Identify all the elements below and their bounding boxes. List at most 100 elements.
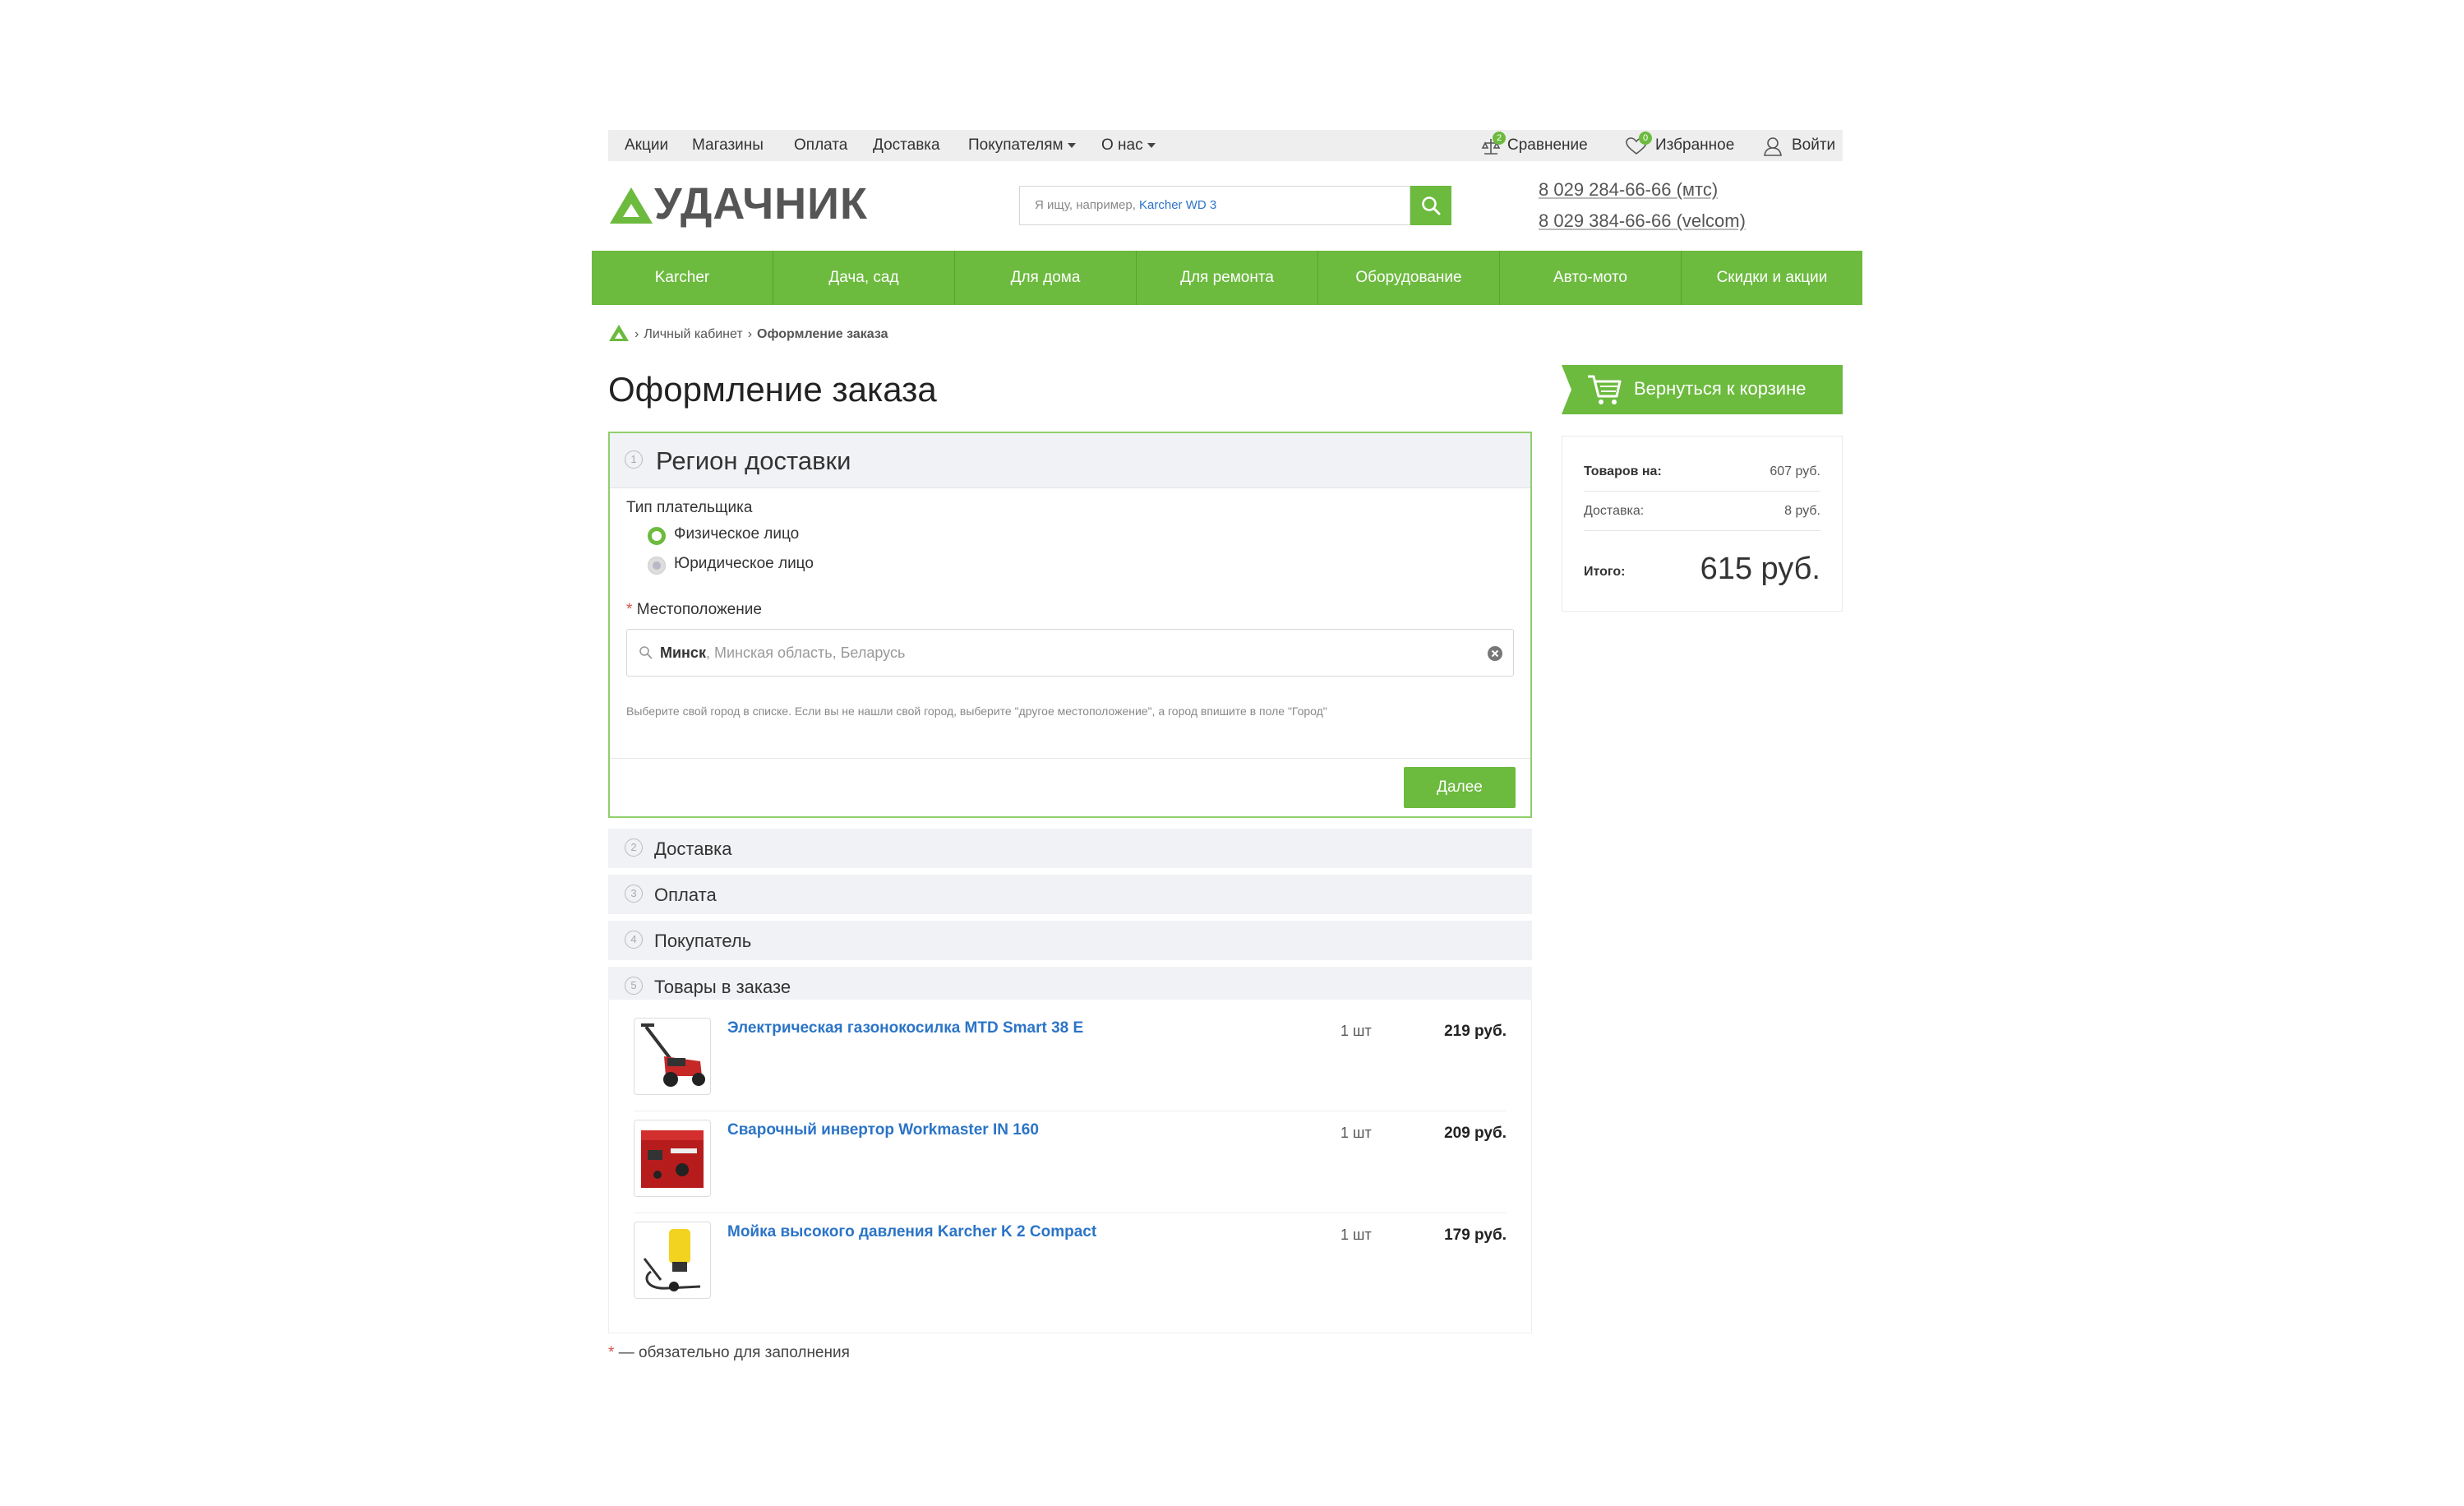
location-rest: , Минская область, Беларусь [705, 644, 906, 661]
topbar-link-delivery[interactable]: Доставка [873, 130, 940, 161]
product-image-pressure-washer[interactable] [634, 1222, 711, 1299]
breadcrumb-home[interactable] [608, 324, 630, 346]
step-number: 1 [625, 450, 643, 469]
product-qty: 1 шт [1340, 1023, 1372, 1039]
order-items-list: Электрическая газонокосилка MTD Smart 38… [608, 1000, 1532, 1333]
breadcrumb-item-account[interactable]: Личный кабинет [644, 327, 742, 342]
topbar-link-promotions[interactable]: Акции [625, 130, 668, 161]
favorites-count-badge: 0 [1639, 132, 1652, 145]
top-bar: Акции Магазины Оплата Доставка Покупател… [608, 130, 1843, 161]
compare-label: Сравнение [1507, 136, 1588, 154]
summary-goods-label: Товаров на: [1584, 464, 1662, 478]
product-link[interactable]: Электрическая газонокосилка MTD Smart 38… [727, 1019, 1083, 1037]
next-button[interactable]: Далее [1404, 767, 1516, 808]
payer-option-individual-label: Физическое лицо [674, 525, 800, 543]
nav-item-equipment[interactable]: Оборудование [1318, 251, 1500, 305]
welder-icon [641, 1130, 704, 1188]
page-title: Оформление заказа [608, 370, 937, 409]
logo-triangle-icon [610, 187, 653, 224]
region-panel-title: Регион доставки [656, 446, 851, 475]
topbar-link-stores[interactable]: Магазины [692, 130, 764, 161]
summary-goods-value: 607 руб. [1770, 464, 1820, 478]
location-label: * Местоположение [626, 601, 762, 619]
phone-mts[interactable]: 8 029 284-66-66 (мтс) [1539, 179, 1718, 201]
compare-count-badge: 2 [1493, 132, 1506, 145]
summary-total-label: Итого: [1584, 565, 1626, 579]
summary-delivery-label: Доставка: [1584, 504, 1645, 518]
clear-icon[interactable] [1487, 645, 1503, 662]
nav-item-home[interactable]: Для дома [955, 251, 1137, 305]
favorites-label: Избранное [1655, 136, 1735, 154]
phone-velcom[interactable]: 8 029 384-66-66 (velcom) [1539, 210, 1746, 232]
product-link[interactable]: Мойка высокого давления Karcher K 2 Comp… [727, 1223, 1096, 1241]
product-qty: 1 шт [1340, 1125, 1372, 1141]
nav-item-discounts[interactable]: Скидки и акции [1682, 251, 1862, 305]
search-icon [639, 646, 653, 659]
search-placeholder-example[interactable]: Karcher WD 3 [1139, 198, 1216, 212]
nav-item-karcher[interactable]: Karcher [592, 251, 773, 305]
search-placeholder-prefix: Я ищу, например, [1035, 198, 1136, 212]
step-buyer-label: Покупатель [654, 931, 752, 951]
summary-divider [1584, 491, 1820, 492]
summary-delivery-value: 8 руб. [1784, 504, 1820, 518]
nav-item-repair[interactable]: Для ремонта [1137, 251, 1318, 305]
user-icon [1764, 137, 1782, 156]
caret-down-icon [1147, 142, 1156, 148]
panel-divider [610, 758, 1530, 759]
location-label-text: Местоположение [636, 601, 762, 618]
step-payment[interactable]: 3 Оплата [608, 875, 1532, 914]
product-price: 209 руб. [1444, 1125, 1507, 1142]
summary-total-row: Итого: 615 руб. [1584, 552, 1820, 596]
list-item: Сварочный инвертор Workmaster IN 160 1 ш… [609, 1111, 1531, 1213]
location-hint: Выберите свой город в списке. Если вы не… [626, 704, 1327, 718]
radio-checked [648, 527, 666, 545]
required-note-text: — обязательно для заполнения [618, 1344, 850, 1361]
step-order-items-label: Товары в заказе [654, 977, 791, 997]
step-number: 4 [625, 931, 643, 949]
payer-option-company[interactable]: Юридическое лицо [648, 555, 894, 576]
product-image-lawnmower[interactable] [634, 1018, 711, 1095]
required-asterisk: * [608, 1344, 615, 1361]
caret-down-icon [1067, 142, 1076, 148]
topbar-menu-customers[interactable]: Покупателям [968, 130, 1076, 161]
location-city: Минск [660, 644, 706, 661]
step-number: 5 [625, 977, 643, 995]
breadcrumb: › Личный кабинет › Оформление заказа [608, 324, 888, 346]
breadcrumb-separator: › [747, 327, 753, 341]
breadcrumb-separator: › [634, 327, 639, 341]
back-to-cart-button[interactable]: Вернуться к корзине [1562, 365, 1843, 414]
search-input[interactable]: Я ищу, например, Karcher WD 3 [1019, 186, 1410, 225]
summary-total-value: 615 руб. [1700, 552, 1820, 586]
topbar-menu-about[interactable]: О нас [1101, 130, 1156, 161]
product-image-welder[interactable] [634, 1120, 711, 1197]
topbar-menu-customers-label: Покупателям [968, 136, 1064, 154]
payer-option-individual[interactable]: Физическое лицо [648, 525, 894, 547]
search-button[interactable] [1410, 186, 1451, 225]
list-item: Мойка высокого давления Karcher K 2 Comp… [609, 1213, 1531, 1315]
payer-option-company-label: Юридическое лицо [674, 555, 814, 572]
pressure-washer-icon [643, 1229, 701, 1291]
search-icon [1422, 196, 1441, 215]
location-value: Минск, Минская область, Беларусь [660, 644, 905, 662]
location-field[interactable]: Минск, Минская область, Беларусь [626, 629, 1514, 677]
step-number: 2 [625, 838, 643, 857]
nav-item-auto-moto[interactable]: Авто-мото [1500, 251, 1682, 305]
product-price: 179 руб. [1444, 1227, 1507, 1244]
product-link[interactable]: Сварочный инвертор Workmaster IN 160 [727, 1121, 1039, 1139]
required-asterisk: * [626, 601, 633, 618]
required-note: * — обязательно для заполнения [608, 1344, 850, 1362]
nav-item-garden[interactable]: Дача, сад [773, 251, 955, 305]
breadcrumb-item-current: Оформление заказа [757, 327, 888, 341]
lawnmower-icon [641, 1023, 705, 1087]
topbar-link-payment[interactable]: Оплата [794, 130, 847, 161]
login-label: Войти [1792, 136, 1836, 154]
payer-type-label: Тип плательщика [626, 499, 753, 516]
topbar-menu-about-label: О нас [1101, 136, 1143, 154]
summary-divider [1584, 530, 1820, 531]
main-nav: Karcher Дача, сад Для дома Для ремонта О… [592, 251, 1862, 305]
region-panel-header[interactable]: 1 Регион доставки [610, 433, 1530, 488]
step-buyer[interactable]: 4 Покупатель [608, 921, 1532, 960]
site-logo[interactable]: УДАЧНИК [608, 179, 937, 229]
step-delivery[interactable]: 2 Доставка [608, 829, 1532, 868]
search-placeholder: Я ищу, например, Karcher WD 3 [1035, 198, 1216, 212]
